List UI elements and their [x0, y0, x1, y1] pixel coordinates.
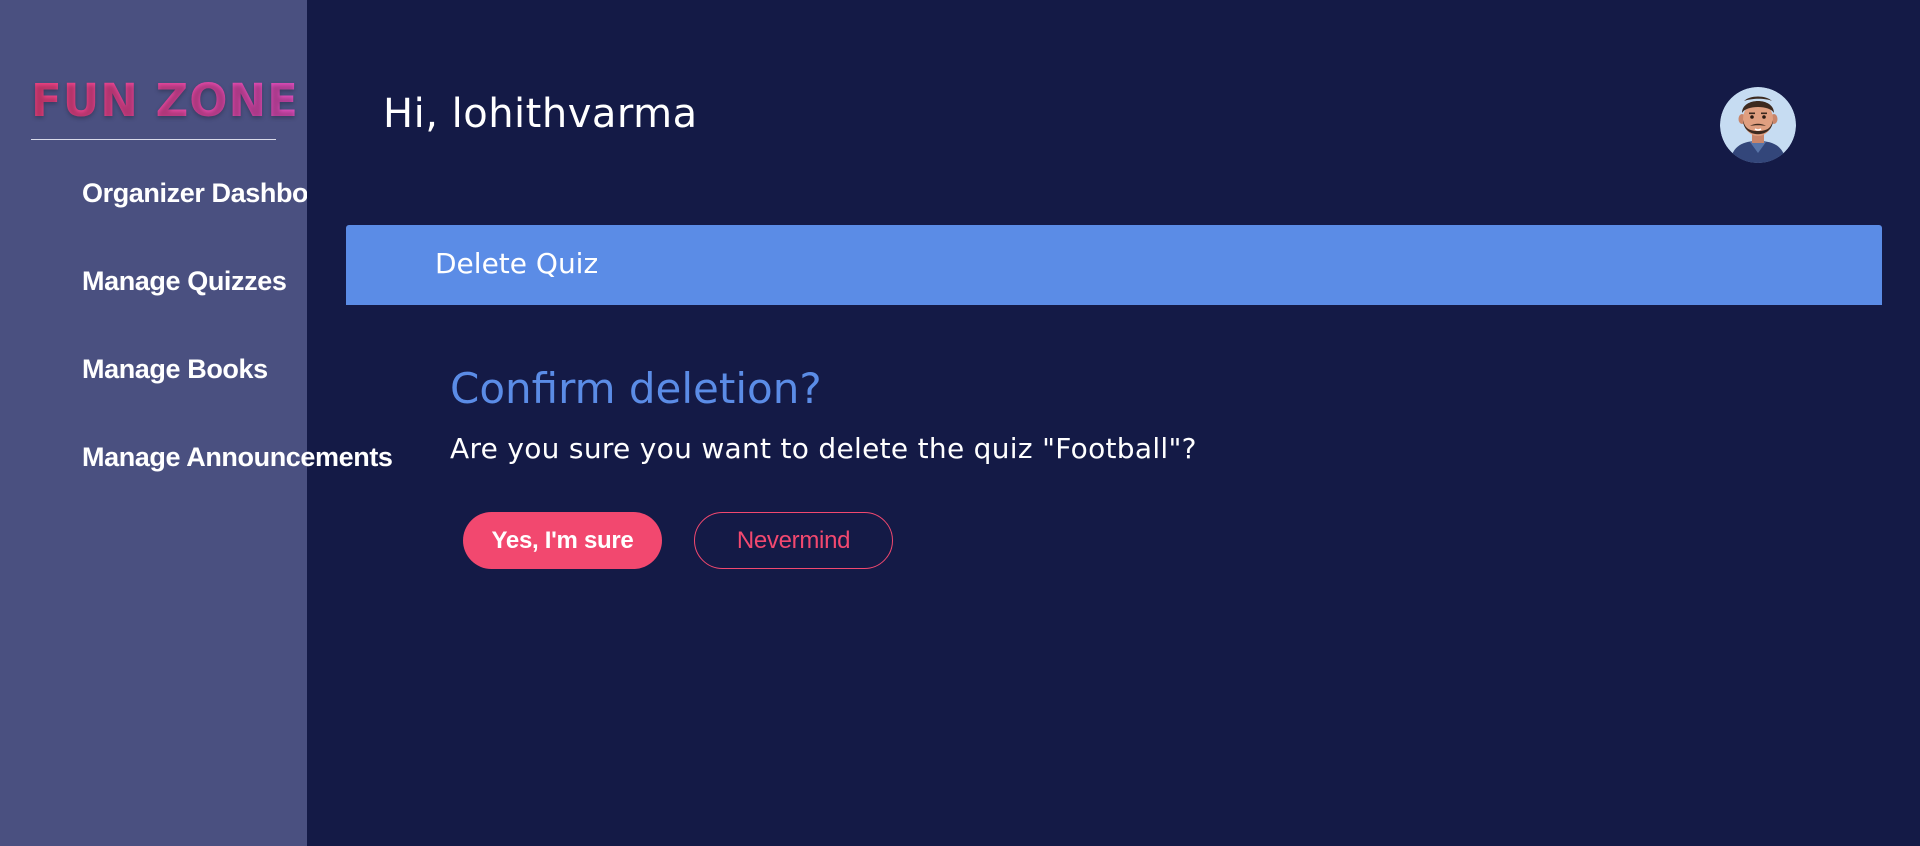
- avatar[interactable]: [1720, 87, 1796, 163]
- sidebar: FUN ZONE Organizer Dashboard Manage Quiz…: [0, 0, 393, 846]
- bearded-man-avatar-icon: [1720, 87, 1796, 163]
- sidebar-item-organizer-dashboard[interactable]: Organizer Dashboard: [82, 178, 307, 209]
- greeting-text: Hi, lohithvarma: [383, 91, 698, 137]
- banner-title: Delete Quiz: [435, 247, 599, 280]
- confirm-delete-button[interactable]: Yes, I'm sure: [463, 512, 662, 569]
- sidebar-clip: Organizer Dashboard: [0, 0, 307, 846]
- page-banner: Delete Quiz: [346, 225, 1882, 305]
- confirm-message: Are you sure you want to delete the quiz…: [450, 432, 1197, 465]
- sidebar-item-manage-announcements[interactable]: Manage Announcements: [82, 442, 393, 473]
- app-root: Hi, lohithvarma Delete Quiz Confirm dele…: [0, 0, 1920, 846]
- sidebar-item-manage-books[interactable]: Manage Books: [82, 354, 268, 385]
- sidebar-item-manage-quizzes[interactable]: Manage Quizzes: [82, 266, 287, 297]
- confirm-title: Confirm deletion?: [450, 364, 822, 413]
- cancel-button[interactable]: Nevermind: [694, 512, 893, 569]
